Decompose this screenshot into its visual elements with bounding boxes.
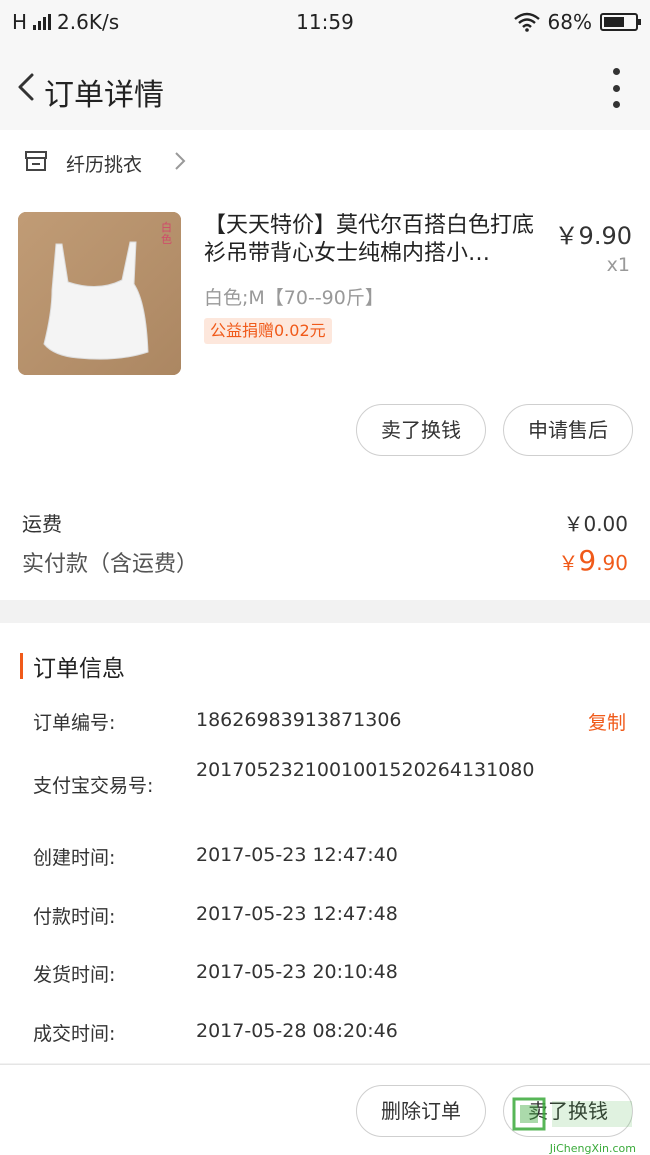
- battery-fill: [604, 17, 625, 27]
- charity-badge: 公益捐赠0.02元: [204, 318, 332, 344]
- order-number-value: 186269839138713​06: [196, 709, 402, 731]
- created-time-label: 创建时间:: [33, 847, 116, 869]
- shop-row[interactable]: 纤历挑衣: [0, 130, 650, 192]
- paid-integer: 9: [578, 544, 597, 577]
- shipped-time-value: 2017-05-23 20:10:48: [196, 961, 398, 983]
- accent-bar: [20, 653, 23, 679]
- page-title: 订单详情: [44, 78, 164, 113]
- product-sku: 白色;M【70--90斤】: [204, 287, 384, 309]
- shipping-label: 运费: [22, 512, 62, 536]
- copy-button[interactable]: 复制: [588, 708, 626, 735]
- nav-bar: 订单详情: [0, 44, 650, 130]
- more-vert-icon[interactable]: [610, 68, 622, 108]
- status-right: 68%: [513, 10, 641, 34]
- product-price: ￥9.90: [554, 222, 632, 250]
- order-info-header: 订单信息: [20, 649, 125, 683]
- completed-time-label: 成交时间:: [33, 1023, 116, 1045]
- order-info-card: 订单信息 复制 订单编号: 186269839138713​06 支付宝交易号:…: [0, 623, 650, 1063]
- watermark-text: JiChengXin.com: [549, 1142, 636, 1155]
- order-info-heading: 订单信息: [33, 656, 125, 682]
- paid-decimal: .90: [596, 551, 628, 575]
- status-bar: H 2.6K/s 11:59 68%: [0, 0, 650, 44]
- wifi-icon: [513, 12, 540, 32]
- completed-time-value: 2017-05-28 08:20:46: [196, 1020, 398, 1042]
- battery-percent: 68%: [547, 10, 592, 34]
- product-card: 纤历挑衣 白色 【天天特价】莫代尔百搭白色打底衫吊带背心女士纯棉内搭小… ￥9.…: [0, 130, 650, 470]
- back-arrow-icon[interactable]: [10, 69, 46, 105]
- paid-label: 实付款（含运费）: [22, 552, 199, 577]
- paid-time-label: 付款时间:: [33, 906, 116, 928]
- product-title[interactable]: 【天天特价】莫代尔百搭白色打底衫吊带背心女士纯棉内搭小…: [204, 212, 539, 268]
- battery-icon: [600, 13, 641, 31]
- alipay-trade-label: 支付宝交易号:: [33, 775, 154, 797]
- shipped-time-label: 发货时间:: [33, 964, 116, 986]
- tank-top-illustration: [18, 212, 181, 375]
- store-icon: [25, 151, 47, 171]
- paid-amount: ￥9.90: [558, 544, 628, 577]
- paid-currency: ￥: [558, 551, 579, 575]
- shipping-value: ￥0.00: [563, 512, 628, 536]
- after-sales-button[interactable]: 申请售后: [503, 404, 633, 456]
- delete-order-button[interactable]: 删除订单: [356, 1085, 486, 1137]
- order-number-label: 订单编号:: [33, 712, 116, 734]
- bottom-action-bar: 删除订单 卖了换钱 JiChengXin.com: [0, 1064, 650, 1155]
- alipay-trade-value: 2017052321001001520264131080: [196, 759, 535, 781]
- paid-time-value: 2017-05-23 12:47:48: [196, 903, 398, 925]
- created-time-value: 2017-05-23 12:47:40: [196, 844, 398, 866]
- chevron-right-icon: [175, 152, 186, 170]
- product-quantity: x1: [606, 254, 630, 276]
- product-image[interactable]: 白色: [18, 212, 181, 375]
- payment-summary: 运费 ￥0.00 实付款（含运费） ￥9.90: [0, 470, 650, 600]
- image-tag: 白色: [161, 221, 172, 246]
- sell-for-cash-button[interactable]: 卖了换钱: [356, 404, 486, 456]
- shop-name: 纤历挑衣: [66, 154, 143, 176]
